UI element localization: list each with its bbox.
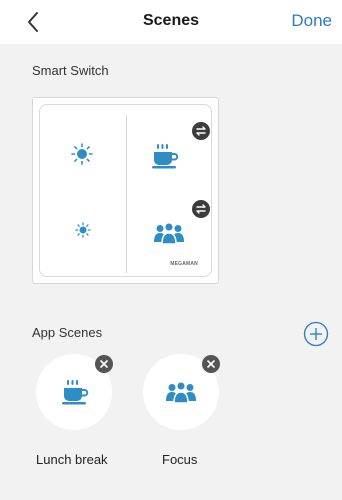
swap-scene-button-bottom-right[interactable] [192, 200, 210, 218]
switch-button-top-right[interactable] [127, 105, 213, 193]
smart-switch-section-title: Smart Switch [32, 63, 109, 78]
switch-button-bottom-left[interactable] [40, 193, 126, 279]
navigation-bar: Scenes Done [0, 0, 342, 44]
coffee-cup-icon [152, 144, 179, 169]
app-scenes-section-title: App Scenes [32, 325, 103, 340]
swap-icon [196, 126, 206, 136]
switch-faceplate: MEGAMAN [39, 104, 212, 277]
scene-label-lunch-break: Lunch break [36, 452, 108, 467]
done-button[interactable]: Done [291, 11, 332, 31]
sun-large-icon [71, 143, 93, 165]
swap-icon [196, 204, 206, 214]
people-group-icon [166, 380, 196, 404]
swap-scene-button-top-right[interactable] [192, 122, 210, 140]
scene-label-focus: Focus [162, 452, 198, 467]
add-scene-button[interactable] [303, 321, 329, 347]
remove-scene-focus-button[interactable] [202, 355, 220, 373]
brand-logo: MEGAMAN [170, 261, 198, 267]
plus-circle-icon [303, 321, 329, 347]
remove-scene-lunch-break-button[interactable] [95, 355, 113, 373]
people-group-icon [154, 221, 184, 245]
close-icon [207, 360, 215, 368]
smart-switch-panel: MEGAMAN [32, 97, 219, 284]
sun-small-icon [75, 222, 91, 238]
close-icon [100, 360, 108, 368]
coffee-cup-icon [62, 380, 89, 405]
switch-button-top-left[interactable] [40, 105, 126, 193]
